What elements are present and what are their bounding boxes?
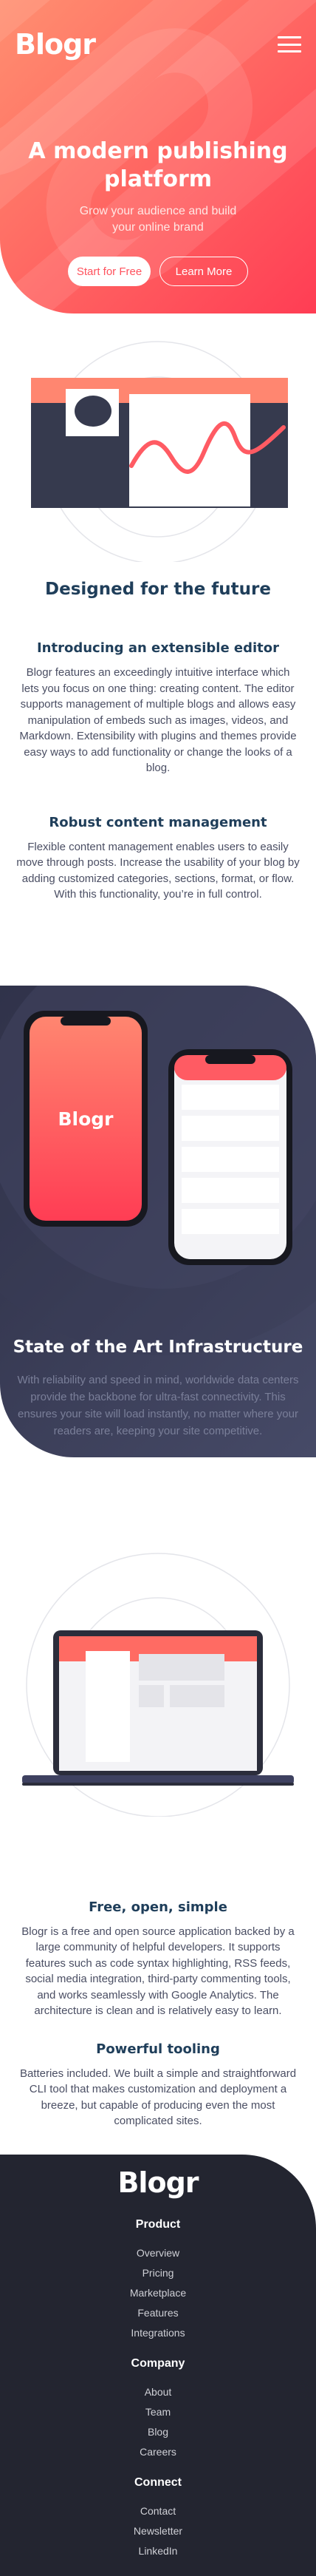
laptop-graphic [22, 1552, 294, 1817]
simple-section: Free, open, simple Blogr is a free and o… [0, 1899, 316, 2129]
feature-heading: Introducing an extensible editor [36, 640, 280, 656]
brand-logo[interactable]: Blogr [15, 28, 96, 61]
hero-title: A modern publishing platform [28, 138, 288, 192]
feature-text: Batteries included. We built a simple an… [19, 2067, 297, 2128]
feature-powerful-tooling: Powerful tooling Batteries included. We … [0, 2041, 316, 2129]
feature-heading: Powerful tooling [96, 2041, 220, 2057]
footer-link-contact[interactable]: Contact [140, 2505, 176, 2517]
footer-link-integrations[interactable]: Integrations [131, 2327, 185, 2339]
hero-subtitle: Grow your audience and build your online… [79, 205, 237, 234]
phones-illustration: Blogr [0, 986, 316, 1308]
footer-link-team[interactable]: Team [145, 2406, 171, 2418]
footer-column-connect: Connect Contact Newsletter LinkedIn [0, 2476, 316, 2556]
footer-link-features[interactable]: Features [137, 2307, 178, 2319]
footer-link-newsletter[interactable]: Newsletter [134, 2525, 182, 2537]
start-for-free-button[interactable]: Start for Free [68, 257, 151, 286]
editor-illustration [0, 325, 316, 564]
infrastructure-section: Blogr State of the Art Infrastructure Wi… [0, 985, 316, 1457]
footer-link-blog[interactable]: Blog [148, 2426, 168, 2438]
hamburger-line [278, 36, 301, 38]
future-title: Designed for the future [45, 580, 271, 599]
feature-text: Blogr is a free and open source applicat… [21, 1925, 295, 2018]
learn-more-button[interactable]: Learn More [159, 257, 248, 286]
editor-illustration-graphic [31, 341, 288, 564]
footer-column-heading: Product [135, 2217, 181, 2231]
phone-screen-logo: Blogr [58, 1108, 114, 1130]
laptop-illustration [0, 1550, 316, 1817]
footer-logo[interactable]: Blogr [0, 2155, 316, 2199]
footer-column-product: Product Overview Pricing Marketplace Fea… [0, 2218, 316, 2338]
footer: Blogr Product Overview Pricing Marketpla… [0, 2154, 316, 2576]
top-nav: Blogr [0, 0, 316, 61]
footer-link-linkedin[interactable]: LinkedIn [139, 2545, 178, 2557]
hamburger-line [278, 43, 301, 46]
feature-heading: Free, open, simple [89, 1899, 227, 1915]
hero-buttons: Start for Free Learn More [0, 257, 316, 286]
infrastructure-text: With reliability and speed in mind, worl… [17, 1373, 299, 1437]
hamburger-line [278, 50, 301, 52]
infrastructure-title: State of the Art Infrastructure [13, 1337, 303, 1357]
footer-link-overview[interactable]: Overview [137, 2247, 179, 2259]
footer-column-heading: Company [131, 2356, 185, 2370]
footer-link-careers[interactable]: Careers [140, 2446, 176, 2458]
hero-section: Blogr A modern publishing platform Grow … [0, 0, 316, 313]
feature-free-open-simple: Free, open, simple Blogr is a free and o… [0, 1899, 316, 2019]
footer-link-about[interactable]: About [145, 2386, 172, 2398]
phones-graphic [24, 1010, 292, 1265]
future-section: Designed for the future Introducing an e… [0, 580, 316, 903]
footer-link-marketplace[interactable]: Marketplace [130, 2287, 186, 2299]
hamburger-menu-icon[interactable] [278, 36, 301, 52]
feature-content-management: Robust content management Flexible conte… [0, 815, 316, 903]
feature-text: Blogr features an exceedingly intuitive … [19, 666, 297, 774]
footer-column-heading: Connect [134, 2475, 182, 2489]
feature-heading: Robust content management [49, 814, 267, 830]
feature-editor: Introducing an extensible editor Blogr f… [0, 640, 316, 776]
feature-text: Flexible content management enables user… [16, 840, 300, 901]
footer-column-company: Company About Team Blog Careers [0, 2357, 316, 2457]
footer-link-pricing[interactable]: Pricing [142, 2267, 174, 2279]
